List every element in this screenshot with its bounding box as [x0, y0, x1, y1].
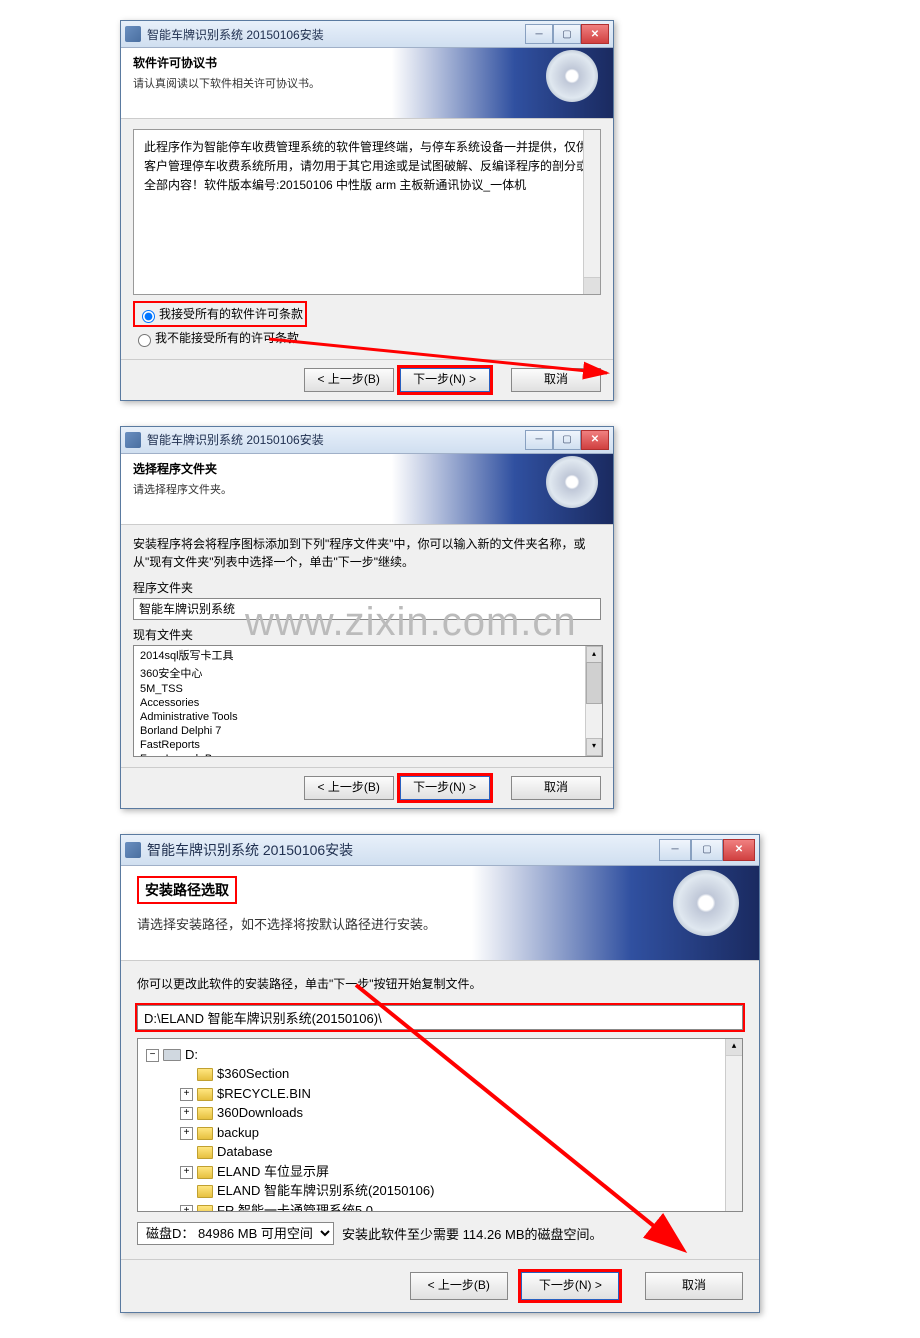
folder-icon: [197, 1205, 213, 1212]
existing-label: 现有文件夹: [133, 626, 601, 643]
maximize-button[interactable]: ▢: [553, 24, 581, 44]
header-subtitle: 请选择安装路径，如不选择将按默认路径进行安装。: [137, 914, 743, 933]
install-path-input[interactable]: [137, 1005, 743, 1030]
cancel-button[interactable]: 取消: [511, 368, 601, 392]
radio-decline[interactable]: 我不能接受所有的许可条款: [133, 327, 601, 349]
license-textarea[interactable]: 此程序作为智能停车收费管理系统的软件管理终端，与停车系统设备一并提供，仅供客户管…: [133, 129, 601, 295]
list-item[interactable]: FastReports: [134, 738, 602, 752]
installer-window-license: 智能车牌识别系统 20150106安装 ─ ▢ ✕ 软件许可协议书 请认真阅读以…: [120, 20, 614, 401]
tree-node[interactable]: +$RECYCLE.BIN: [180, 1084, 734, 1104]
radio-accept[interactable]: 我接受所有的软件许可条款: [137, 303, 303, 325]
radio-accept-input[interactable]: [142, 310, 155, 323]
maximize-button[interactable]: ▢: [691, 839, 723, 861]
minimize-button[interactable]: ─: [525, 24, 553, 44]
list-item[interactable]: 2014sql版写卡工具: [134, 646, 602, 664]
list-item[interactable]: 5M_TSS: [134, 682, 602, 696]
folder-icon: [197, 1166, 213, 1179]
window-title: 智能车牌识别系统 20150106安装: [147, 26, 525, 43]
cancel-button[interactable]: 取消: [511, 776, 601, 800]
folder-icon: [197, 1107, 213, 1120]
folder-icon: [197, 1185, 213, 1198]
expand-icon[interactable]: +: [180, 1127, 193, 1140]
window-title: 智能车牌识别系统 20150106安装: [147, 431, 525, 448]
installer-window-path: 智能车牌识别系统 20150106安装 ─ ▢ ✕ 安装路径选取 请选择安装路径…: [120, 834, 760, 1313]
minimize-button[interactable]: ─: [525, 430, 553, 450]
collapse-icon[interactable]: −: [146, 1049, 159, 1062]
folder-icon: [197, 1068, 213, 1081]
tree-node[interactable]: +ELAND 车位显示屏: [180, 1162, 734, 1182]
license-text: 此程序作为智能停车收费管理系统的软件管理终端，与停车系统设备一并提供，仅供客户管…: [144, 140, 588, 192]
folder-icon: [197, 1088, 213, 1101]
close-button[interactable]: ✕: [581, 24, 609, 44]
header-title: 选择程序文件夹: [133, 460, 601, 477]
titlebar[interactable]: 智能车牌识别系统 20150106安装 ─ ▢ ✕: [121, 835, 759, 866]
next-button[interactable]: 下一步(N) >: [400, 776, 490, 800]
tree-node[interactable]: +FR 智能一卡通管理系统5.0: [180, 1201, 734, 1212]
tree-drive-node[interactable]: −D:: [146, 1045, 734, 1065]
app-icon: [125, 842, 141, 858]
list-item[interactable]: 360安全中心: [134, 664, 602, 682]
folder-input[interactable]: [133, 598, 601, 620]
cd-graphic-icon: [546, 456, 598, 508]
scrollbar[interactable]: ▴▾: [585, 646, 602, 756]
folder-label: 程序文件夹: [133, 579, 601, 596]
back-button[interactable]: < 上一步(B): [304, 776, 394, 800]
next-button[interactable]: 下一步(N) >: [400, 368, 490, 392]
scrollbar[interactable]: [583, 130, 600, 294]
tree-node[interactable]: $360Section: [180, 1064, 734, 1084]
back-button[interactable]: < 上一步(B): [410, 1272, 508, 1300]
cd-graphic-icon: [673, 870, 739, 936]
header-title: 软件许可协议书: [133, 54, 601, 71]
cancel-button[interactable]: 取消: [645, 1272, 743, 1300]
radio-decline-input[interactable]: [138, 334, 151, 347]
next-button[interactable]: 下一步(N) >: [521, 1272, 619, 1300]
drive-icon: [163, 1049, 181, 1061]
disk-select[interactable]: 磁盘D： 84986 MB 可用空间: [137, 1222, 334, 1245]
list-item[interactable]: Borland Delphi 7: [134, 724, 602, 738]
tree-node[interactable]: Database: [180, 1142, 734, 1162]
tree-node[interactable]: +360Downloads: [180, 1103, 734, 1123]
installer-window-folder: 智能车牌识别系统 20150106安装 ─ ▢ ✕ 选择程序文件夹 请选择程序文…: [120, 426, 614, 809]
folder-icon: [197, 1146, 213, 1159]
back-button[interactable]: < 上一步(B): [304, 368, 394, 392]
cd-graphic-icon: [546, 50, 598, 102]
header: 安装路径选取 请选择安装路径，如不选择将按默认路径进行安装。: [121, 866, 759, 961]
titlebar[interactable]: 智能车牌识别系统 20150106安装 ─ ▢ ✕: [121, 21, 613, 48]
directory-tree[interactable]: −D: $360Section+$RECYCLE.BIN+360Download…: [137, 1038, 743, 1212]
expand-icon[interactable]: +: [180, 1205, 193, 1212]
close-button[interactable]: ✕: [581, 430, 609, 450]
list-item[interactable]: Administrative Tools: [134, 710, 602, 724]
expand-icon[interactable]: +: [180, 1166, 193, 1179]
instruction-text: 安装程序将会将程序图标添加到下列"程序文件夹"中，你可以输入新的文件夹名称，或从…: [133, 535, 601, 571]
instruction-text: 你可以更改此软件的安装路径，单击"下一步"按钮开始复制文件。: [137, 975, 743, 993]
list-item[interactable]: Accessories: [134, 696, 602, 710]
minimize-button[interactable]: ─: [659, 839, 691, 861]
window-title: 智能车牌识别系统 20150106安装: [147, 840, 659, 860]
expand-icon[interactable]: +: [180, 1107, 193, 1120]
header: 软件许可协议书 请认真阅读以下软件相关许可协议书。: [121, 48, 613, 119]
folder-icon: [197, 1127, 213, 1140]
tree-node[interactable]: +backup: [180, 1123, 734, 1143]
maximize-button[interactable]: ▢: [553, 430, 581, 450]
expand-icon[interactable]: +: [180, 1088, 193, 1101]
header-subtitle: 请选择程序文件夹。: [133, 481, 601, 497]
header: 选择程序文件夹 请选择程序文件夹。: [121, 454, 613, 525]
app-icon: [125, 432, 141, 448]
header-subtitle: 请认真阅读以下软件相关许可协议书。: [133, 75, 601, 91]
scrollbar[interactable]: [725, 1039, 742, 1211]
close-button[interactable]: ✕: [723, 839, 755, 861]
titlebar[interactable]: 智能车牌识别系统 20150106安装 ─ ▢ ✕: [121, 427, 613, 454]
app-icon: [125, 26, 141, 42]
disk-need-text: 安装此软件至少需要 114.26 MB的磁盘空间。: [342, 1224, 603, 1243]
header-title: 安装路径选取: [137, 876, 237, 904]
list-item[interactable]: Free Launch Bar: [134, 752, 602, 757]
existing-folders-listbox[interactable]: 2014sql版写卡工具360安全中心5M_TSSAccessoriesAdmi…: [133, 645, 603, 757]
tree-node[interactable]: ELAND 智能车牌识别系统(20150106): [180, 1181, 734, 1201]
